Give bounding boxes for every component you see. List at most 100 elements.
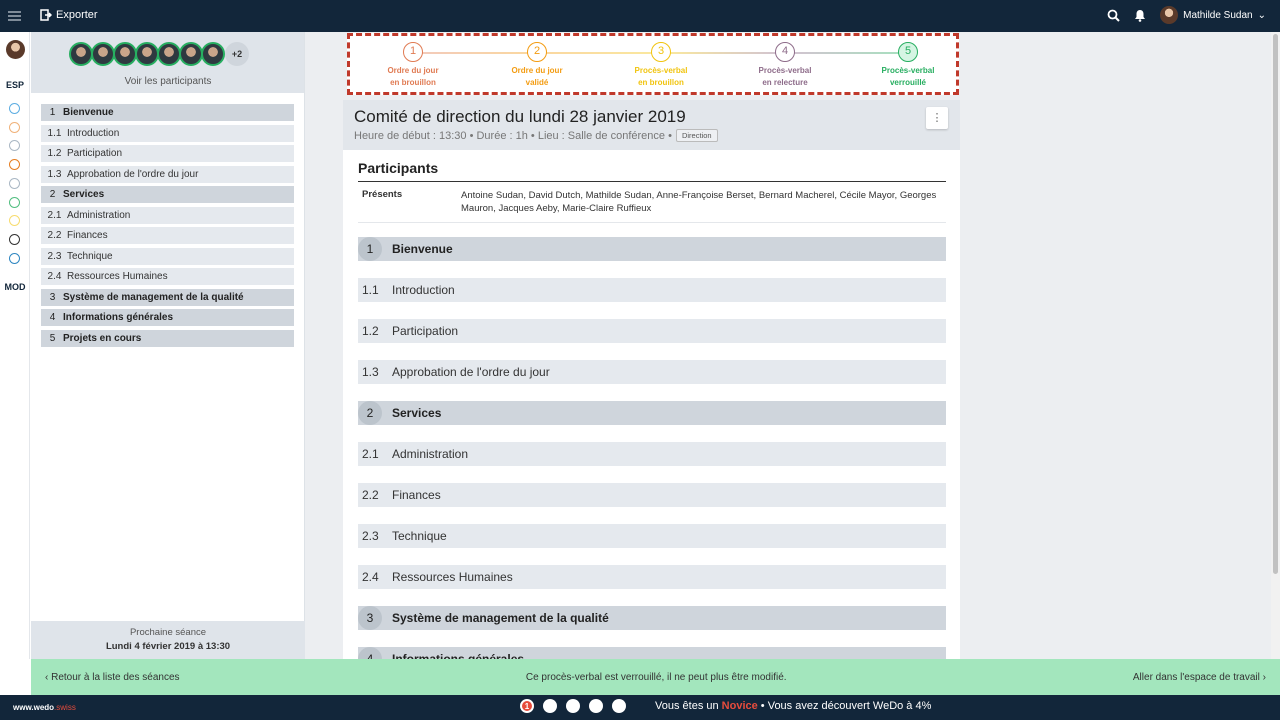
step-label-line2: verrouillé xyxy=(889,78,926,87)
sidebar-item-number: 1 xyxy=(49,107,56,118)
workflow-step[interactable]: 3 Procès-verbal en brouillon xyxy=(621,42,701,89)
participants-panel[interactable]: +2 Voir les participants xyxy=(31,32,304,93)
agenda-item[interactable]: 2.3 Technique xyxy=(358,524,946,548)
workspace-dot-icon[interactable] xyxy=(9,177,20,189)
scrollbar[interactable] xyxy=(1271,32,1280,659)
workspace-dot-icon[interactable] xyxy=(9,103,20,114)
participant-avatar xyxy=(91,42,115,66)
workflow-step[interactable]: 5 Procès-verbal verrouillé xyxy=(868,42,948,89)
sidebar-item-number: 1.3 xyxy=(47,168,62,180)
sidebar-item[interactable]: 2.1 Administration xyxy=(41,206,294,224)
sidebar-item-label: Bienvenue xyxy=(63,107,114,118)
progress-dot[interactable] xyxy=(566,699,580,713)
agenda-item[interactable]: 2.2 Finances xyxy=(358,483,946,507)
step-label-line1: Procès-verbal xyxy=(634,66,688,75)
sidebar-item[interactable]: 2.4 Ressources Humaines xyxy=(41,268,294,285)
site-link[interactable]: www.wedo.swiss xyxy=(13,703,76,712)
step-number: 5 xyxy=(898,42,918,62)
sidebar-item[interactable]: 1 Bienvenue xyxy=(41,104,294,121)
workspace-dot-icon[interactable] xyxy=(9,215,20,227)
agenda-item[interactable]: 1.3 Approbation de l'ordre du jour xyxy=(358,360,946,384)
rail-label-mod: MOD xyxy=(4,282,26,292)
main-area: 1 Ordre du jour en brouillon 2 Ordre du jour… xyxy=(305,32,1271,659)
agenda-item-number-wrap: 3 xyxy=(358,606,392,630)
progress-dot-active[interactable]: 1 xyxy=(520,699,534,713)
workspace-dot-icon[interactable] xyxy=(9,233,20,245)
progress-dot[interactable] xyxy=(589,699,603,713)
bell-icon[interactable] xyxy=(1134,9,1146,22)
agenda-item-number: 2.1 xyxy=(362,447,379,461)
sidebar-item-label: Finances xyxy=(67,230,108,241)
back-to-list-link[interactable]: ‹ Retour à la liste des séances xyxy=(45,672,180,683)
top-bar: Exporter Mathilde Sudan ⌄ xyxy=(0,0,1280,32)
sidebar-item[interactable]: 3 Système de management de la qualité xyxy=(41,288,294,306)
sidebar-item[interactable]: 5 Projets en cours xyxy=(41,329,294,347)
go-to-workspace-link[interactable]: Aller dans l'espace de travail › xyxy=(1133,672,1266,683)
sidebar-item[interactable]: 4 Informations générales xyxy=(41,309,294,326)
workflow-step[interactable]: 1 Ordre du jour en brouillon xyxy=(373,42,453,89)
sidebar-item[interactable]: 2.3 Technique xyxy=(41,247,294,265)
sidebar-item-label: Projets en cours xyxy=(63,332,142,344)
workspace-dot-icon[interactable] xyxy=(9,140,20,152)
progress-dot[interactable] xyxy=(612,699,626,713)
meeting-meta: Heure de début : 13:30 • Durée : 1h • Li… xyxy=(354,129,672,142)
export-icon xyxy=(40,9,52,21)
step-number: 1 xyxy=(403,42,423,62)
progress-dot[interactable] xyxy=(543,699,557,713)
agenda-item[interactable]: 2 Services xyxy=(358,401,946,425)
workspace-dot-icon[interactable] xyxy=(9,252,20,264)
sidebar-item-number: 1.1 xyxy=(47,127,62,139)
sidebar-item-number: 2.1 xyxy=(47,209,62,221)
sidebar-item[interactable]: 2 Services xyxy=(41,186,294,203)
sidebar-item-label: Technique xyxy=(67,250,113,262)
sidebar-item[interactable]: 2.2 Finances xyxy=(41,227,294,244)
progress-text-b: • Vous avez découvert WeDo à 4% xyxy=(757,700,932,712)
locked-banner: ‹ Retour à la liste des séances Ce procè… xyxy=(31,659,1280,695)
sidebar-item-number: 5 xyxy=(49,332,56,344)
site-name: www.wedo xyxy=(13,703,55,712)
sidebar-item-label: Services xyxy=(63,189,105,200)
sidebar-item-label: Ressources Humaines xyxy=(67,271,168,282)
agenda-item[interactable]: 4 Informations générales xyxy=(358,647,946,659)
workflow-step[interactable]: 2 Ordre du jour validé xyxy=(497,42,577,89)
agenda-item[interactable]: 1.1 Introduction xyxy=(358,278,946,302)
agenda-item-number: 2.4 xyxy=(362,570,379,584)
view-participants-link[interactable]: Voir les participants xyxy=(31,76,305,87)
left-rail: ESP MOD xyxy=(0,32,30,659)
participant-avatar xyxy=(201,42,225,66)
avatar xyxy=(1160,6,1179,24)
sidebar-item[interactable]: 1.2 Participation xyxy=(41,145,294,162)
progress-text-a: Vous êtes un xyxy=(655,700,722,712)
agenda-item-number: 1.3 xyxy=(362,365,379,379)
step-label-line2: validé xyxy=(525,78,549,87)
agenda-item-number: 1 xyxy=(358,237,382,261)
search-icon[interactable] xyxy=(1107,9,1120,22)
participants-row: Présents Antoine Sudan, David Dutch, Mat… xyxy=(358,182,946,223)
locked-message: Ce procès-verbal est verrouillé, il ne p… xyxy=(525,671,787,683)
workspace-dot-icon[interactable] xyxy=(9,159,20,171)
workflow-step[interactable]: 4 Procès-verbal en relecture xyxy=(745,42,825,89)
sidebar-item-number: 3 xyxy=(49,291,56,303)
workspace-dot-icon[interactable] xyxy=(9,121,20,133)
agenda-item[interactable]: 1 Bienvenue xyxy=(358,237,946,261)
sidebar-item[interactable]: 1.3 Approbation de l'ordre du jour xyxy=(41,165,294,183)
sidebar-item[interactable]: 1.1 Introduction xyxy=(41,124,294,142)
more-options-button[interactable]: ⋮ xyxy=(926,107,948,129)
workspace-dot-icon[interactable] xyxy=(9,196,20,208)
export-button[interactable]: Exporter xyxy=(40,9,98,21)
step-number: 4 xyxy=(775,42,795,62)
agenda-item[interactable]: 2.4 Ressources Humaines xyxy=(358,565,946,589)
agenda-item[interactable]: 2.1 Administration xyxy=(358,442,946,466)
meeting-header: Comité de direction du lundi 28 janvier … xyxy=(343,100,960,150)
meeting-details: Heure de début : 13:30 • Durée : 1h • Li… xyxy=(354,129,960,142)
progress-text: Vous êtes un Novice • Vous avez découver… xyxy=(655,700,931,712)
hamburger-menu-icon[interactable] xyxy=(8,11,21,21)
agenda-item[interactable]: 3 Système de management de la qualité xyxy=(358,606,946,630)
step-label-line2: en relecture xyxy=(762,78,808,87)
avatar[interactable] xyxy=(6,40,25,59)
agenda-item-label: Approbation de l'ordre du jour xyxy=(392,365,550,379)
user-menu[interactable]: Mathilde Sudan ⌄ xyxy=(1160,6,1266,24)
export-label: Exporter xyxy=(56,9,98,21)
agenda-item[interactable]: 1.2 Participation xyxy=(358,319,946,343)
sidebar-item-label: Administration xyxy=(67,209,131,221)
